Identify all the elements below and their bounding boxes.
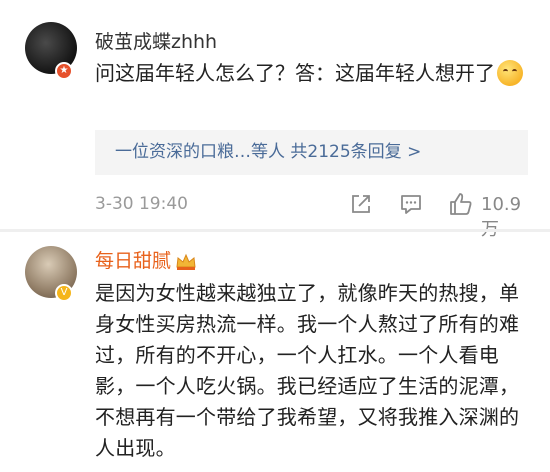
- thumbs-up-icon[interactable]: [447, 190, 475, 218]
- comment-meta: 3-30 19:40 10.9万: [95, 190, 528, 240]
- timestamp: 3-30 19:40: [95, 194, 188, 214]
- comment-item: V 每日甜腻 是因为女性越来越独立了，就像昨天的热搜，单身女性买房热流一样。我一…: [0, 232, 550, 472]
- comment-text: 是因为女性越来越独立了，就像昨天的热搜，单身女性买房热流一样。我一个人熬过了所有…: [95, 281, 520, 460]
- share-icon[interactable]: [347, 190, 375, 218]
- comment-icon[interactable]: [397, 190, 425, 218]
- username[interactable]: 每日甜腻: [95, 246, 197, 273]
- username-text: 每日甜腻: [95, 250, 172, 272]
- comment-text: 问这届年轻人怎么了？答：这届年轻人想开了: [95, 58, 528, 89]
- reply-summary-link[interactable]: 一位资深的口粮…等人 共2125条回复 >: [95, 130, 528, 175]
- verified-badge-icon: V: [55, 284, 73, 302]
- crown-icon: [175, 253, 197, 271]
- badge-icon: ★: [55, 62, 73, 80]
- username[interactable]: 破茧成蝶zhhh: [95, 27, 217, 54]
- hugging-face-emoji-icon: [497, 60, 523, 86]
- comment-item: ★ 破茧成蝶zhhh 问这届年轻人怎么了？答：这届年轻人想开了 一位资深的口粮……: [0, 0, 550, 240]
- comment-text-content: 问这届年轻人怎么了？答：这届年轻人想开了: [95, 61, 495, 85]
